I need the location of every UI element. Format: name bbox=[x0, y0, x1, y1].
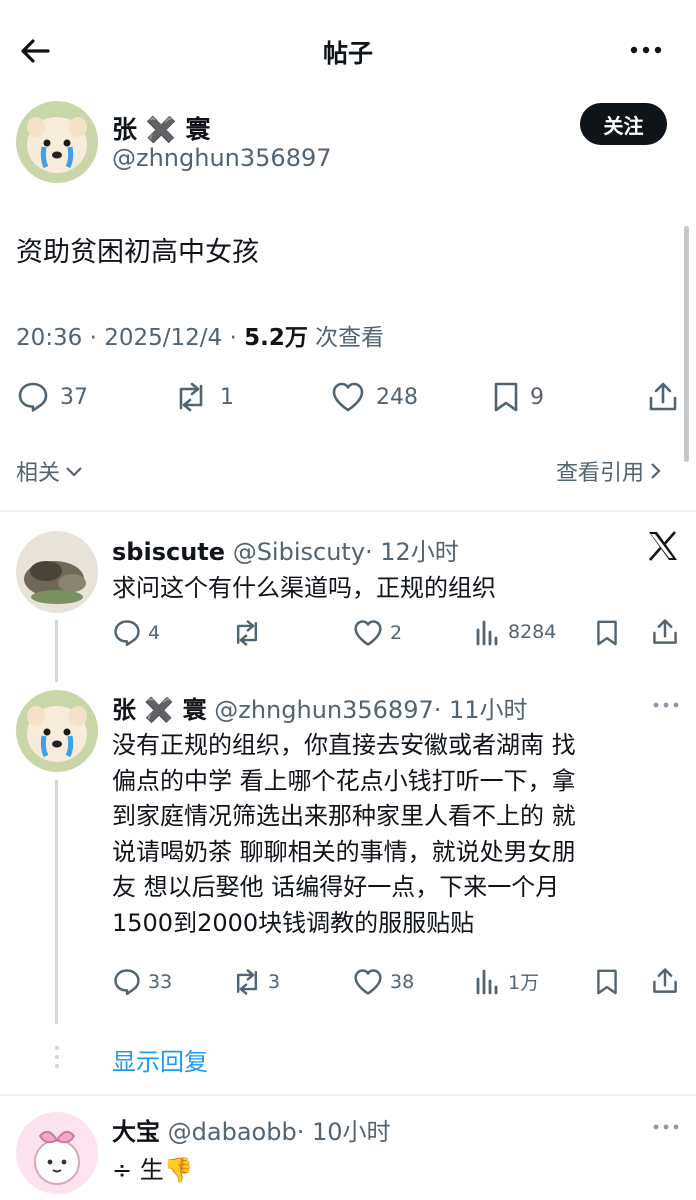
view-count: 1万 bbox=[508, 971, 540, 994]
reply-time: · 10小时 bbox=[296, 1118, 391, 1146]
section-divider bbox=[0, 510, 696, 512]
reply-header: 张 ✖️ 寰 @zhnghun356897· 11小时 bbox=[112, 690, 528, 725]
views-button[interactable]: 1万 bbox=[474, 967, 539, 995]
reply-button[interactable]: 33 bbox=[112, 967, 172, 997]
like-count: 248 bbox=[376, 384, 418, 410]
reply-time: · 11小时 bbox=[433, 696, 528, 724]
heart-icon bbox=[330, 380, 366, 414]
reply-avatar[interactable] bbox=[16, 531, 98, 613]
more-options-icon[interactable] bbox=[628, 40, 664, 60]
share-icon[interactable] bbox=[646, 380, 680, 414]
reply-display-name[interactable]: 大宝 bbox=[112, 1118, 160, 1146]
repost-icon bbox=[172, 380, 210, 414]
bookmark-count: 9 bbox=[530, 384, 544, 410]
post-meta: 20:36 · 2025/12/4 · 5.2万 次查看 bbox=[16, 318, 384, 352]
chevron-right-icon bbox=[648, 461, 664, 481]
more-options-icon[interactable] bbox=[652, 698, 680, 712]
author-avatar[interactable] bbox=[16, 101, 98, 183]
like-button[interactable]: 38 bbox=[352, 967, 414, 997]
view-count: 5.2万 bbox=[244, 325, 308, 351]
reply-icon bbox=[112, 967, 142, 997]
reply-icon bbox=[16, 380, 50, 414]
share-icon[interactable] bbox=[650, 617, 680, 647]
chevron-down-icon bbox=[64, 461, 84, 481]
reply-handle[interactable]: @dabaobb bbox=[168, 1118, 297, 1146]
section-divider bbox=[0, 1094, 696, 1096]
reply-text-line: 没有正规的组织，你直接去安徽或者湖南 找 bbox=[112, 731, 576, 759]
page-title: 帖子 bbox=[322, 39, 373, 68]
repost-button[interactable]: 1 bbox=[172, 380, 234, 414]
heart-icon bbox=[352, 967, 384, 997]
author-display-name[interactable]: 张 ✖️ 寰 bbox=[112, 110, 211, 146]
more-options-icon[interactable] bbox=[652, 1120, 680, 1134]
reply-icon bbox=[112, 618, 142, 648]
repost-button[interactable] bbox=[230, 618, 264, 648]
reply-button[interactable]: 37 bbox=[16, 380, 88, 414]
show-replies-link[interactable]: 显示回复 bbox=[112, 1042, 208, 1077]
reply-time: · 12小时 bbox=[365, 538, 459, 566]
views-button[interactable]: 8284 bbox=[474, 618, 556, 646]
reply-display-name[interactable]: 张 ✖️ 寰 bbox=[112, 696, 207, 724]
reply-text-line: 友 想以后娶他 话编得好一点，下来一个月 bbox=[112, 873, 560, 901]
reply-text-line: 说请喝奶茶 聊聊相关的事情，就说处男女朋 bbox=[112, 837, 576, 866]
repost-button[interactable]: 3 bbox=[230, 967, 280, 997]
x-logo-icon bbox=[646, 530, 680, 562]
related-label: 相关 bbox=[16, 461, 61, 486]
like-count: 38 bbox=[390, 971, 415, 993]
share-icon[interactable] bbox=[650, 966, 680, 996]
reply-button[interactable]: 4 bbox=[112, 618, 160, 648]
repost-icon bbox=[230, 618, 264, 648]
reply-count: 33 bbox=[148, 971, 173, 993]
bookmark-icon bbox=[492, 380, 520, 414]
bookmark-icon[interactable] bbox=[594, 618, 620, 648]
view-count: 8284 bbox=[508, 621, 557, 643]
reply-display-name[interactable]: sbiscute bbox=[112, 538, 225, 566]
reply-avatar[interactable] bbox=[16, 690, 98, 772]
bookmark-icon[interactable] bbox=[594, 967, 620, 997]
reply-header: 大宝 @dabaobb· 10小时 bbox=[112, 1112, 390, 1147]
reply-text-line: 1500到2000块钱调教的服服贴贴 bbox=[112, 908, 475, 937]
heart-icon bbox=[352, 618, 384, 648]
reply-text: 求问这个有什么渠道吗，正规的组织 bbox=[112, 574, 496, 602]
reply-header: sbiscute @Sibiscuty· 12小时 bbox=[112, 532, 459, 567]
scrollbar[interactable] bbox=[684, 226, 689, 462]
reply-text-line: 偏点的中学 看上哪个花点小钱打听一下，拿 bbox=[112, 766, 576, 795]
header-bar: 帖子 bbox=[0, 0, 696, 100]
like-button[interactable]: 2 bbox=[352, 618, 402, 648]
follow-button[interactable]: 关注 bbox=[580, 103, 667, 145]
reply-handle[interactable]: @Sibiscuty bbox=[233, 538, 365, 566]
reply-count: 4 bbox=[148, 622, 161, 644]
bar-chart-icon bbox=[474, 967, 500, 995]
repost-count: 3 bbox=[268, 971, 281, 993]
bar-chart-icon bbox=[474, 618, 500, 646]
author-handle[interactable]: @zhnghun356897 bbox=[112, 144, 332, 172]
like-button[interactable]: 248 bbox=[330, 380, 418, 414]
reply-text-line: 到家庭情况筛选出来那种家里人看不上的 就 bbox=[112, 802, 576, 830]
view-quotes-label: 查看引用 bbox=[556, 461, 645, 486]
post-timestamp: 20:36 · 2025/12/4 · bbox=[16, 325, 245, 351]
repost-icon bbox=[230, 967, 264, 997]
views-label: 次查看 bbox=[307, 325, 385, 351]
post-text: 资助贫困初高中女孩 bbox=[16, 237, 259, 268]
view-quotes-link[interactable]: 查看引用 bbox=[556, 455, 664, 487]
related-toggle[interactable]: 相关 bbox=[16, 455, 84, 487]
reply-thread-line bbox=[55, 780, 58, 1024]
reply-count: 37 bbox=[60, 384, 88, 410]
reply-handle[interactable]: @zhnghun356897 bbox=[214, 696, 434, 724]
reply-thread-line bbox=[55, 620, 58, 682]
repost-count: 1 bbox=[220, 384, 234, 410]
like-count: 2 bbox=[390, 622, 403, 644]
reply-text: ÷ 生👎 bbox=[112, 1156, 194, 1184]
reply-avatar[interactable] bbox=[16, 1112, 98, 1194]
reply-text: 没有正规的组织，你直接去安徽或者湖南 找 偏点的中学 看上哪个花点小钱打听一下，… bbox=[112, 728, 576, 941]
bookmark-button[interactable]: 9 bbox=[492, 380, 544, 414]
thread-dots-icon bbox=[52, 1044, 62, 1070]
